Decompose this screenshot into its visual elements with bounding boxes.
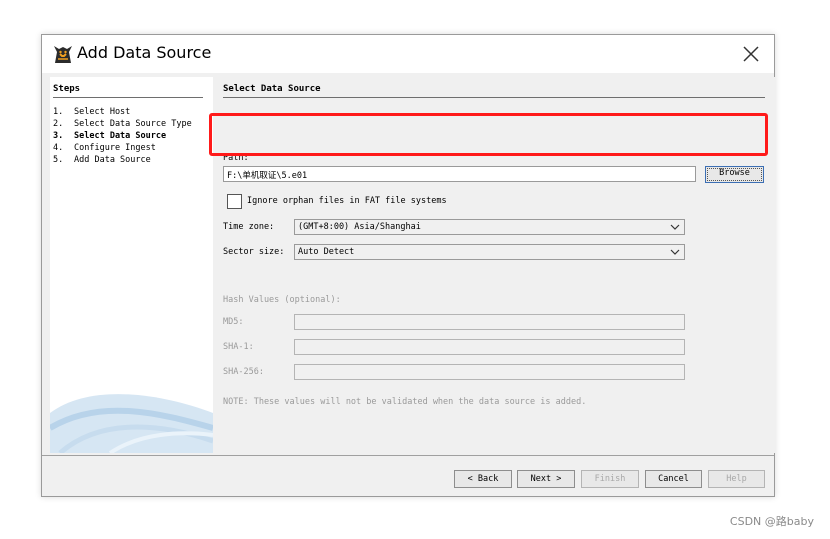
- timezone-value: (GMT+8:00) Asia/Shanghai: [298, 222, 421, 232]
- steps-panel: Steps 1. Select Host 2. Select Data Source…: [50, 77, 213, 453]
- section-divider: [223, 97, 765, 98]
- step-item: 1. Select Host: [53, 107, 131, 117]
- footer-divider: [42, 455, 774, 456]
- watermark: CSDN @路baby: [729, 515, 814, 528]
- sector-size-select[interactable]: Auto Detect: [294, 244, 685, 260]
- sha1-field[interactable]: [294, 339, 685, 355]
- hash-values-heading: Hash Values (optional):: [223, 295, 341, 305]
- steps-heading: Steps: [53, 84, 81, 94]
- ignore-orphan-label: Ignore orphan files in FAT file systems: [247, 196, 447, 206]
- chevron-down-icon: [670, 249, 680, 255]
- next-button[interactable]: Next >: [517, 470, 575, 488]
- help-button[interactable]: Help: [708, 470, 765, 488]
- step-item: 2. Select Data Source Type: [53, 119, 192, 129]
- close-icon[interactable]: [742, 45, 760, 63]
- section-heading: Select Data Source: [223, 84, 321, 94]
- step-item: 4. Configure Ingest: [53, 143, 156, 153]
- cancel-button[interactable]: Cancel: [645, 470, 702, 488]
- sector-size-value: Auto Detect: [298, 247, 355, 257]
- timezone-select[interactable]: (GMT+8:00) Asia/Shanghai: [294, 219, 685, 235]
- sector-size-label: Sector size:: [223, 247, 285, 257]
- step-list: 1. Select Host 2. Select Data Source Type …: [53, 106, 192, 166]
- dialog-title: Add Data Source: [77, 43, 212, 62]
- add-data-source-dialog: Add Data Source Steps 1. Select Host 2. Se…: [41, 34, 776, 497]
- md5-label: MD5:: [223, 317, 244, 327]
- timezone-label: Time zone:: [223, 222, 275, 232]
- sha256-label: SHA-256:: [223, 367, 264, 377]
- ignore-orphan-checkbox[interactable]: [227, 194, 242, 209]
- path-label: Path:: [223, 153, 249, 163]
- md5-field[interactable]: [294, 314, 685, 330]
- autopsy-dog-icon: [54, 46, 72, 63]
- title-bar: Add Data Source: [42, 35, 774, 73]
- finish-button[interactable]: Finish: [581, 470, 639, 488]
- browse-button[interactable]: Browse: [705, 166, 764, 183]
- back-button[interactable]: < Back: [454, 470, 512, 488]
- chevron-down-icon: [670, 224, 680, 230]
- validation-note: NOTE: These values will not be validated…: [223, 397, 587, 407]
- step-item-current: 3. Select Data Source: [53, 131, 167, 141]
- steps-divider: [53, 97, 203, 98]
- sha256-field[interactable]: [294, 364, 685, 380]
- sha1-label: SHA-1:: [223, 342, 254, 352]
- main-panel: Select Data Source Path: F:\单机取证\5.e01 B…: [213, 77, 776, 453]
- decorative-swoosh: [50, 394, 213, 453]
- path-input[interactable]: F:\单机取证\5.e01: [223, 166, 696, 182]
- step-item: 5. Add Data Source: [53, 155, 151, 165]
